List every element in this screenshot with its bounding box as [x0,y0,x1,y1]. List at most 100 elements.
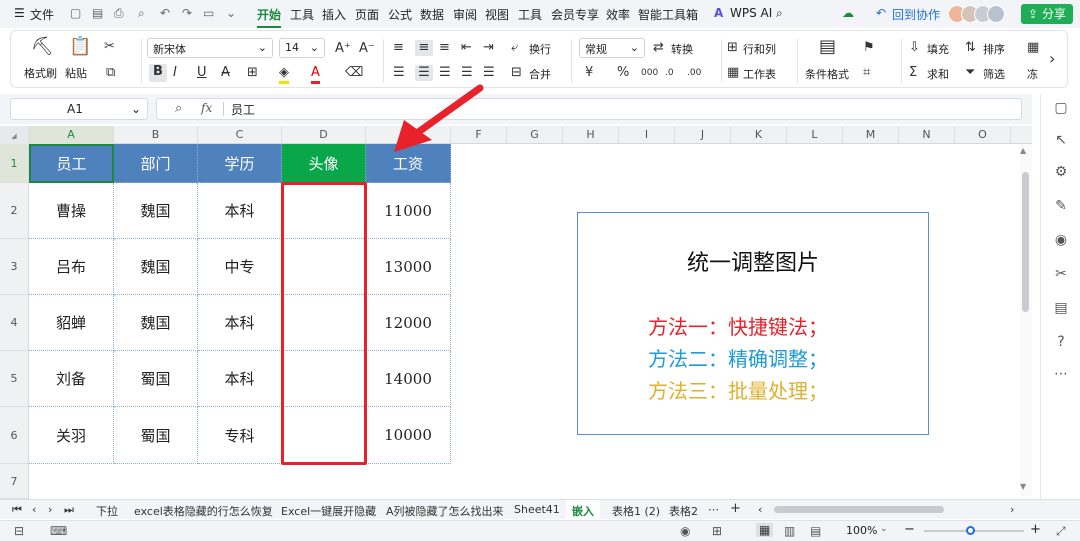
format-icon[interactable]: ▭ [203,6,214,20]
fill-button[interactable]: 填充 [927,41,949,57]
align-left-icon[interactable]: ☰ [393,65,405,81]
decimal-decrease-icon[interactable]: .00 [687,65,701,81]
row-header-1[interactable]: 1 [0,144,29,183]
tab-insert[interactable]: 插入 [322,6,346,23]
horizontal-scrollbar-thumb[interactable] [774,506,944,513]
add-sheet-button[interactable]: + [730,501,741,516]
share-button[interactable]: ⇪ 分享 [1021,4,1073,24]
table-cell[interactable]: 12000 [366,295,451,351]
table-cell[interactable]: 本科 [198,295,282,351]
col-header-c[interactable]: C [198,126,282,144]
zoom-out-button[interactable]: − [904,522,915,537]
formula-input[interactable]: ⌕ fx 员工 [156,98,1022,120]
table-cell[interactable]: 蜀国 [114,351,198,407]
table-cell[interactable]: 曹操 [29,183,114,239]
name-box[interactable]: A1 ⌄ [10,98,148,120]
tab-view[interactable]: 视图 [485,6,509,23]
comment-icon[interactable]: ✎ [1051,198,1071,214]
menu-file[interactable]: 文件 [30,6,54,23]
row-col-button[interactable]: 行和列 [743,41,776,57]
row-header-5[interactable]: 5 [0,351,29,407]
number-format-select[interactable]: 常规 ⌄ [579,38,645,58]
page-layout-icon[interactable]: ▥ [784,524,795,538]
image-icon[interactable]: ◉ [1051,232,1071,248]
wrap-icon[interactable]: ⤶ [511,40,518,56]
convert-button[interactable]: 转换 [671,41,693,57]
table-cell[interactable]: 中专 [198,239,282,295]
col-header-d[interactable]: D [282,126,366,144]
col-header-a[interactable]: A [29,126,114,144]
prev-sheet-icon[interactable]: ‹ [32,503,36,516]
zoom-slider-handle[interactable] [966,526,975,535]
worksheet-button[interactable]: 工作表 [743,66,776,82]
back-collab-button[interactable]: 回到协作 [892,6,940,23]
col-header-g[interactable]: G [507,126,563,144]
table-cell[interactable]: 10000 [366,407,451,464]
align-middle-icon[interactable]: ≡ [415,40,433,56]
font-size-select[interactable]: 14 ⌄ [279,38,325,58]
first-sheet-icon[interactable]: ⏮ [12,503,22,517]
chevron-right-icon[interactable]: › [1049,51,1055,67]
col-header-l[interactable]: L [787,126,843,144]
justify-icon[interactable]: ☰ [461,65,473,81]
fill-color-icon[interactable]: ◈ [279,65,289,84]
print-icon[interactable]: ⎙ [114,6,124,21]
method-textbox[interactable]: 统一调整图片 方法一：快捷键法； 方法二：精确调整； 方法三：批量处理； [577,212,929,435]
indent-increase-icon[interactable]: ⇥ [483,40,494,56]
cell-d1[interactable]: 头像 [282,144,366,183]
page-break-icon[interactable]: ▤ [810,524,821,538]
sort-icon[interactable]: ⇅ [965,40,976,56]
cell-icon[interactable]: ⌗ [863,65,870,81]
currency-icon[interactable]: ¥ [585,65,593,81]
table-cell[interactable]: 11000 [366,183,451,239]
fill-icon[interactable]: ⇩ [909,40,920,56]
col-header-k[interactable]: K [731,126,787,144]
worksheet-icon[interactable]: ▦ [727,65,739,81]
zoom-icon[interactable]: ⌕ [175,101,182,116]
table-cell[interactable]: 专科 [198,407,282,464]
tab-formula[interactable]: 公式 [388,6,412,23]
col-header-m[interactable]: M [843,126,899,144]
last-sheet-icon[interactable]: ⏭ [64,503,74,517]
table-cell[interactable]: 魏国 [114,295,198,351]
col-header-j[interactable]: J [675,126,731,144]
row-header-4[interactable]: 4 [0,295,29,351]
col-header-h[interactable]: H [563,126,619,144]
undo-icon[interactable]: ↶ [160,6,170,20]
cell-c1[interactable]: 学历 [198,144,282,183]
table-cell[interactable]: 魏国 [114,239,198,295]
row-header-7[interactable]: 7 [0,464,29,499]
fx-icon[interactable]: fx [201,101,212,115]
cloud-icon[interactable]: ☁ [842,6,854,20]
col-header-n[interactable]: N [899,126,955,144]
tools-icon[interactable]: ✂ [1051,266,1071,282]
align-right-icon[interactable]: ☰ [439,65,451,81]
tab-efficiency[interactable]: 效率 [606,6,630,23]
scroll-up-icon[interactable]: ▲ [1020,146,1026,155]
fullscreen-icon[interactable]: ⤢ [1056,524,1066,539]
tab-smart-toolbox[interactable]: 智能工具箱 [638,6,698,23]
sheet-tab[interactable]: 表格1 (2) [612,503,660,519]
sum-button[interactable]: 求和 [927,66,949,82]
cell-a1[interactable]: 员工 [29,144,114,183]
cursor-icon[interactable]: ↖ [1051,132,1071,148]
cell-mode-icon[interactable]: ⊞ [712,524,722,538]
col-header-i[interactable]: I [619,126,675,144]
table-cell[interactable]: 貂蝉 [29,295,114,351]
scroll-left-icon[interactable]: ‹ [758,503,762,516]
eraser-icon[interactable]: ⌫ [345,65,363,81]
search-icon[interactable]: ⌕ [776,6,783,21]
select-all-corner[interactable]: ◢ [0,126,29,144]
merge-icon[interactable]: ⊟ [511,65,522,81]
freeze-icon[interactable]: ▦ [1027,40,1039,56]
hamburger-icon[interactable]: ☰ [14,6,25,20]
tab-member[interactable]: 会员专享 [551,6,599,23]
paste-button[interactable]: 粘贴 [65,65,87,81]
preview-icon[interactable]: ⌕ [138,6,145,21]
copy-icon[interactable]: ⧉ [106,65,115,81]
sum-icon[interactable]: Σ [909,65,917,81]
col-header-o[interactable]: O [955,126,1011,144]
scroll-right-icon[interactable]: › [1010,503,1014,516]
merge-button[interactable]: 合并 [529,66,551,82]
font-name-select[interactable]: 新宋体 ⌄ [147,38,273,58]
